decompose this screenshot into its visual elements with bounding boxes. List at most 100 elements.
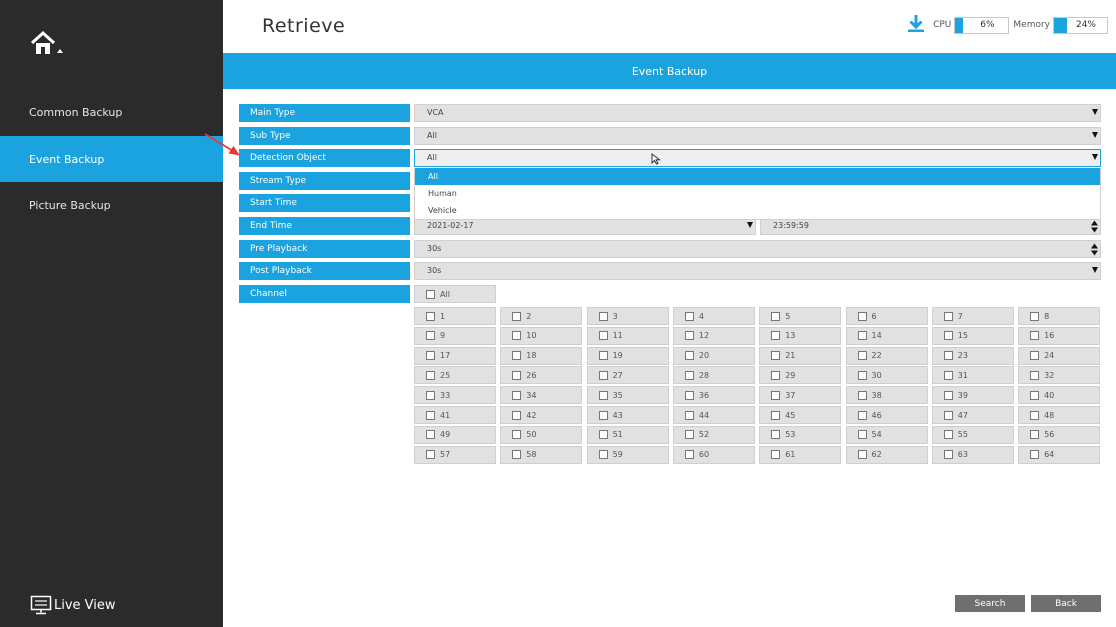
channel-checkbox-64[interactable]: 64	[1018, 445, 1101, 464]
channel-checkbox-19[interactable]: 19	[586, 346, 669, 365]
channel-number: 41	[440, 410, 451, 420]
channel-checkbox-24[interactable]: 24	[1018, 346, 1101, 365]
channel-checkbox-44[interactable]: 44	[672, 406, 755, 424]
channel-checkbox-8[interactable]: 8	[1018, 307, 1101, 325]
channel-checkbox-43[interactable]: 43	[586, 406, 669, 424]
channel-checkbox-38[interactable]: 38	[845, 386, 928, 405]
channel-checkbox-5[interactable]: 5	[759, 307, 842, 325]
channel-checkbox-30[interactable]: 30	[845, 366, 928, 385]
channel-checkbox-29[interactable]: 29	[759, 366, 842, 385]
channel-checkbox-12[interactable]: 12	[672, 326, 755, 345]
channel-checkbox-20[interactable]: 20	[672, 346, 755, 365]
sub-type-select[interactable]: All	[414, 127, 1101, 145]
dropdown-option-human[interactable]: Human	[415, 185, 1100, 202]
channel-checkbox-7[interactable]: 7	[931, 307, 1014, 325]
channel-checkbox-40[interactable]: 40	[1018, 386, 1101, 405]
channel-checkbox-62[interactable]: 62	[845, 445, 928, 464]
channel-checkbox-60[interactable]: 60	[672, 445, 755, 464]
main-type-label: Main Type	[239, 104, 410, 122]
main-type-select[interactable]: VCA	[414, 104, 1101, 122]
channel-checkbox-26[interactable]: 26	[500, 366, 583, 385]
channel-checkbox-3[interactable]: 3	[586, 307, 669, 325]
channel-checkbox-45[interactable]: 45	[759, 406, 842, 424]
channel-checkbox-13[interactable]: 13	[759, 326, 842, 345]
sub-type-label: Sub Type	[239, 127, 410, 145]
sidebar-item-picture-backup[interactable]: Picture Backup	[0, 182, 223, 228]
channel-checkbox-28[interactable]: 28	[672, 366, 755, 385]
channel-checkbox-54[interactable]: 54	[845, 425, 928, 444]
channel-checkbox-9[interactable]: 9	[414, 326, 496, 345]
channel-checkbox-1[interactable]: 1	[414, 307, 496, 325]
checkbox-icon	[857, 370, 867, 380]
channel-checkbox-52[interactable]: 52	[672, 425, 755, 444]
channel-checkbox-53[interactable]: 53	[759, 425, 842, 444]
checkbox-icon	[598, 370, 608, 380]
channel-checkbox-27[interactable]: 27	[586, 366, 669, 385]
channel-checkbox-17[interactable]: 17	[414, 346, 496, 365]
channel-checkbox-42[interactable]: 42	[500, 406, 583, 424]
post-playback-select[interactable]: 30s	[414, 262, 1101, 280]
channel-checkbox-63[interactable]: 63	[931, 445, 1014, 464]
channel-checkbox-47[interactable]: 47	[931, 406, 1014, 424]
channel-checkbox-10[interactable]: 10	[500, 326, 583, 345]
sidebar-item-event-backup[interactable]: Event Backup	[0, 136, 223, 182]
channel-checkbox-11[interactable]: 11	[586, 326, 669, 345]
channel-checkbox-23[interactable]: 23	[931, 346, 1014, 365]
channel-checkbox-32[interactable]: 32	[1018, 366, 1101, 385]
channel-number: 29	[785, 370, 796, 380]
dropdown-option-all[interactable]: All	[415, 168, 1100, 185]
channel-checkbox-51[interactable]: 51	[586, 425, 669, 444]
download-icon[interactable]	[907, 14, 925, 36]
channel-checkbox-34[interactable]: 34	[500, 386, 583, 405]
channel-checkbox-48[interactable]: 48	[1018, 406, 1101, 424]
spinner-arrows-icon[interactable]	[1091, 220, 1098, 233]
channel-checkbox-56[interactable]: 56	[1018, 425, 1101, 444]
channel-checkbox-58[interactable]: 58	[500, 445, 583, 464]
channel-checkbox-6[interactable]: 6	[845, 307, 928, 325]
channel-checkbox-15[interactable]: 15	[931, 326, 1014, 345]
channel-checkbox-18[interactable]: 18	[500, 346, 583, 365]
channel-all-checkbox[interactable]: All	[414, 285, 496, 303]
channel-number: 4	[698, 311, 704, 321]
channel-checkbox-49[interactable]: 49	[414, 425, 496, 444]
checkbox-icon	[943, 311, 953, 321]
checkbox-icon	[426, 331, 435, 341]
live-view-button[interactable]: Live View	[30, 592, 116, 618]
channel-checkbox-61[interactable]: 61	[759, 445, 842, 464]
checkbox-icon	[857, 351, 867, 361]
channel-checkbox-21[interactable]: 21	[759, 346, 842, 365]
channel-checkbox-35[interactable]: 35	[586, 386, 669, 405]
channel-number: 64	[1044, 450, 1055, 460]
dropdown-option-vehicle[interactable]: Vehicle	[415, 202, 1100, 219]
channel-checkbox-33[interactable]: 33	[414, 386, 496, 405]
channel-number: 39	[957, 390, 968, 400]
channel-checkbox-14[interactable]: 14	[845, 326, 928, 345]
search-button[interactable]: Search	[955, 595, 1025, 612]
channel-number: 5	[785, 311, 791, 321]
pre-playback-select[interactable]: 30s	[414, 240, 1101, 258]
channel-checkbox-55[interactable]: 55	[931, 425, 1014, 444]
channel-checkbox-46[interactable]: 46	[845, 406, 928, 424]
checkbox-icon	[598, 351, 608, 361]
home-icon[interactable]	[30, 30, 70, 60]
detection-object-dropdown: All Human Vehicle	[414, 168, 1101, 220]
channel-checkbox-57[interactable]: 57	[414, 445, 496, 464]
channel-checkbox-25[interactable]: 25	[414, 366, 496, 385]
spinner-arrows-icon[interactable]	[1091, 243, 1098, 256]
sidebar-item-common-backup[interactable]: Common Backup	[0, 89, 223, 135]
channel-checkbox-39[interactable]: 39	[931, 386, 1014, 405]
channel-checkbox-4[interactable]: 4	[672, 307, 755, 325]
channel-checkbox-31[interactable]: 31	[931, 366, 1014, 385]
channel-checkbox-36[interactable]: 36	[672, 386, 755, 405]
section-banner: Event Backup	[223, 53, 1116, 89]
channel-checkbox-59[interactable]: 59	[586, 445, 669, 464]
channel-checkbox-50[interactable]: 50	[500, 425, 583, 444]
channel-checkbox-41[interactable]: 41	[414, 406, 496, 424]
channel-checkbox-22[interactable]: 22	[845, 346, 928, 365]
back-button[interactable]: Back	[1031, 595, 1101, 612]
checkbox-icon	[426, 370, 435, 380]
channel-checkbox-37[interactable]: 37	[759, 386, 842, 405]
detection-object-select[interactable]: All	[414, 149, 1101, 167]
channel-checkbox-16[interactable]: 16	[1018, 326, 1101, 345]
channel-checkbox-2[interactable]: 2	[500, 307, 583, 325]
